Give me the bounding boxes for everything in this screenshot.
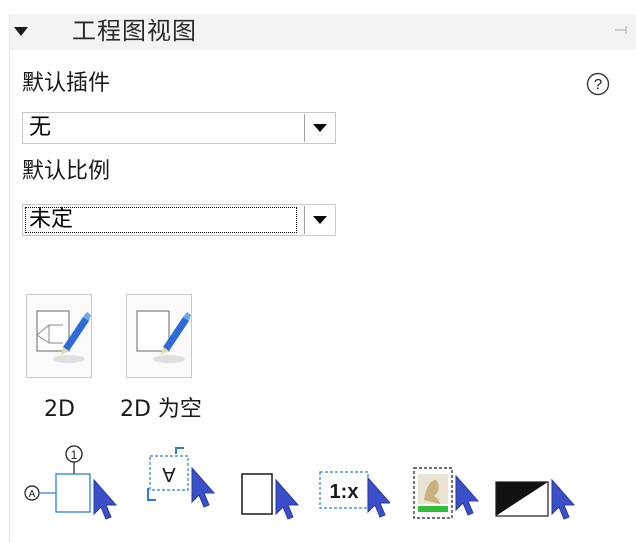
view-frame-tool-icon[interactable] xyxy=(238,462,304,522)
balloon-annotation-tool-icon[interactable]: 1 A xyxy=(20,442,124,520)
fill-tool-icon[interactable] xyxy=(494,476,580,522)
default-scale-value: 未定 xyxy=(29,207,74,232)
help-icon[interactable]: ? xyxy=(586,72,610,96)
tool-2d-empty-button[interactable] xyxy=(126,294,192,378)
balloon-number: 1 xyxy=(71,448,78,462)
default-plugin-dropdown-button[interactable] xyxy=(304,114,334,142)
default-plugin-select[interactable]: 无 xyxy=(22,112,336,144)
engineering-drawing-view-panel: 工程图视图 默认插件 ? 无 默认比例 未定 2D 2D 为空 1 A A 1:… xyxy=(0,0,636,543)
circle-letter: A xyxy=(29,489,36,500)
default-scale-dropdown-button[interactable] xyxy=(304,206,334,234)
scale-tool-icon[interactable]: 1:x xyxy=(318,470,390,520)
image-tool-icon[interactable] xyxy=(410,466,484,522)
chevron-down-icon xyxy=(313,124,327,132)
rotate-text-tool-icon[interactable]: A xyxy=(138,446,220,518)
tool-2d-button[interactable] xyxy=(26,294,92,378)
default-plugin-value: 无 xyxy=(29,115,52,140)
default-scale-select[interactable]: 未定 xyxy=(22,204,336,236)
panel-title: 工程图视图 xyxy=(72,17,197,45)
scale-text: 1:x xyxy=(330,481,359,503)
pin-icon[interactable] xyxy=(614,23,630,37)
collapse-toggle-icon[interactable] xyxy=(14,27,28,36)
default-plugin-label: 默认插件 xyxy=(22,71,111,96)
panel-left-border xyxy=(9,14,10,543)
rotated-text: A xyxy=(162,463,176,485)
chevron-down-icon xyxy=(313,216,327,224)
help-glyph: ? xyxy=(594,76,602,93)
empty-sheet-icon xyxy=(136,310,191,363)
tool-2d-label: 2D xyxy=(44,397,75,422)
default-scale-label: 默认比例 xyxy=(22,159,111,184)
drawing-sheet-icon xyxy=(36,310,91,363)
tool-2d-empty-label: 2D 为空 xyxy=(120,397,202,422)
